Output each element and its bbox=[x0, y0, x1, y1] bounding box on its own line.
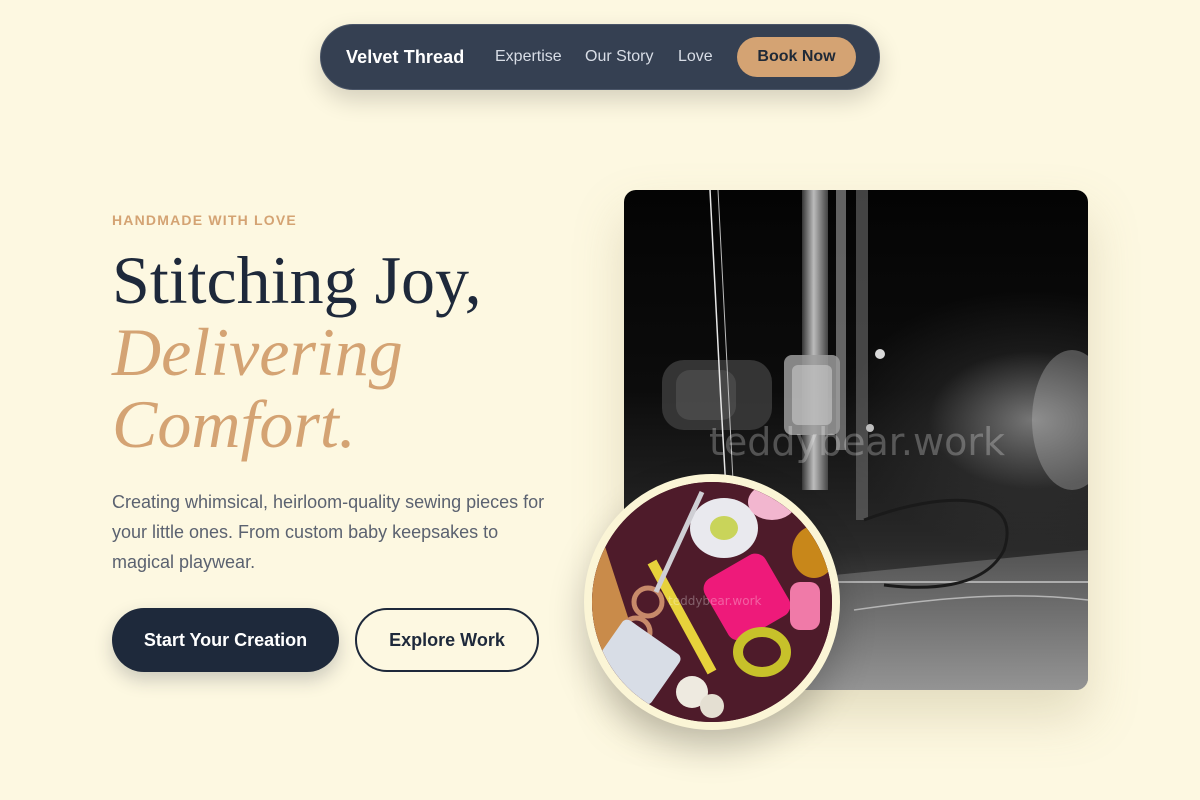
book-now-button[interactable]: Book Now bbox=[737, 37, 856, 77]
circle-image-watermark: teddybear.work bbox=[668, 594, 762, 608]
start-creation-button[interactable]: Start Your Creation bbox=[112, 608, 339, 672]
hero-headline: Stitching Joy, Delivering Comfort. bbox=[112, 244, 482, 460]
main-image-watermark: teddybear.work bbox=[709, 420, 1005, 464]
nav-link-our-story[interactable]: Our Story bbox=[585, 48, 653, 66]
brand-logo[interactable]: Velvet Thread bbox=[346, 47, 464, 68]
hero-eyebrow: HANDMADE WITH LOVE bbox=[112, 212, 297, 228]
nav-link-love[interactable]: Love bbox=[678, 48, 713, 66]
headline-line-1: Stitching Joy, bbox=[112, 242, 482, 318]
nav-link-expertise[interactable]: Expertise bbox=[495, 48, 562, 66]
headline-accent-line-1: Delivering bbox=[112, 314, 403, 390]
explore-work-button[interactable]: Explore Work bbox=[355, 608, 539, 672]
headline-accent-line-2: Comfort. bbox=[112, 386, 356, 462]
top-navigation: Velvet Thread Expertise Our Story Love B… bbox=[320, 24, 880, 90]
sewing-supplies-photo: teddybear.work bbox=[584, 474, 840, 730]
hero-description: Creating whimsical, heirloom-quality sew… bbox=[112, 492, 545, 572]
